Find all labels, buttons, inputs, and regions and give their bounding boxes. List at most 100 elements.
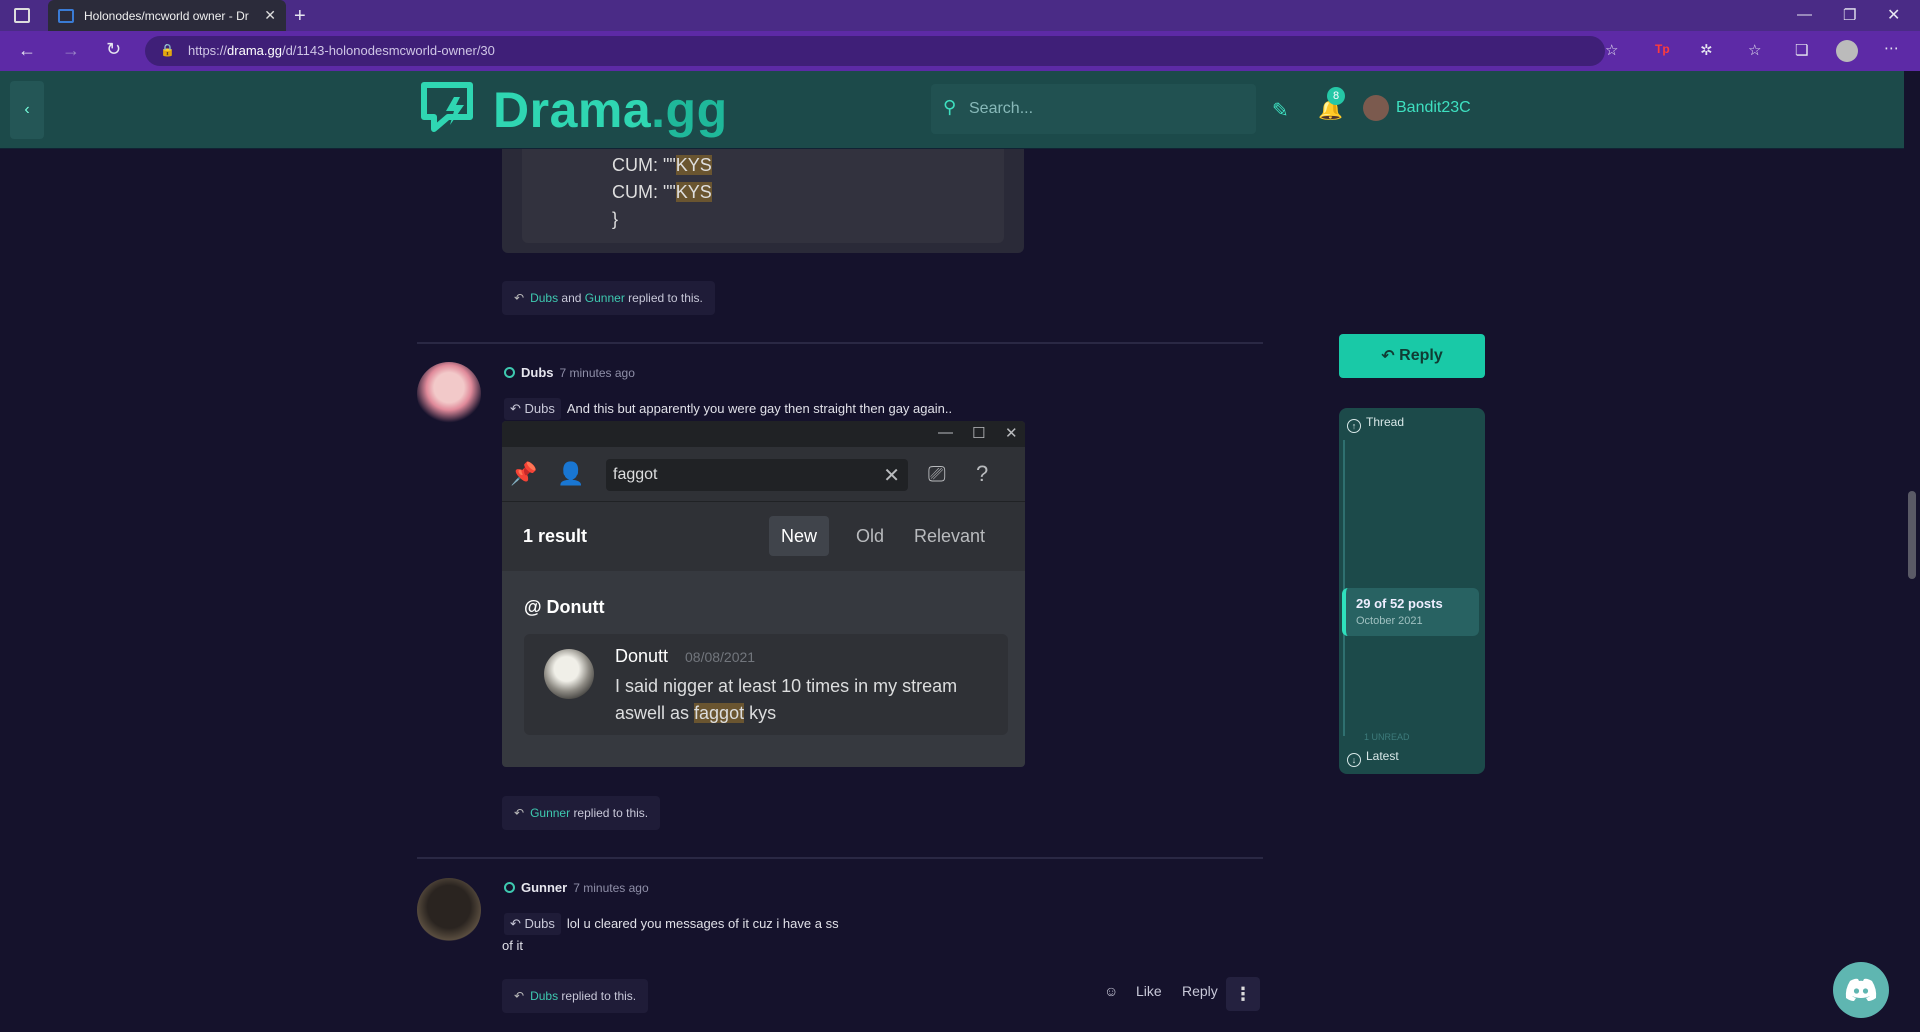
quote-text: And this but apparently you were gay the… bbox=[566, 401, 953, 416]
compose-pencil-icon[interactable]: ✎ bbox=[1272, 98, 1289, 123]
more-menu-icon[interactable]: ⋯ bbox=[1884, 39, 1899, 57]
close-window-icon[interactable]: ✕ bbox=[1887, 5, 1900, 25]
discord-message-card: Donutt 08/08/2021 I said nigger at least… bbox=[524, 634, 1008, 735]
post-header: Gunner 7 minutes ago bbox=[504, 880, 649, 895]
sort-new: New bbox=[769, 516, 830, 556]
thread-scrubber[interactable]: ↑ Thread 29 of 52 posts October 2021 1 UN… bbox=[1339, 408, 1485, 774]
lock-icon: 🔒 bbox=[160, 43, 175, 57]
back-icon[interactable]: ← bbox=[18, 40, 36, 61]
pin-icon: 📌 bbox=[510, 461, 538, 486]
result-count: 1 result bbox=[523, 526, 588, 546]
clear-search-icon: ✕ bbox=[883, 465, 900, 487]
post-time[interactable]: 7 minutes ago bbox=[560, 366, 635, 380]
site-favicon-icon bbox=[58, 8, 74, 23]
collections-icon[interactable]: ❏ bbox=[1795, 41, 1808, 59]
username-link[interactable]: Bandit23C bbox=[1396, 99, 1471, 117]
online-status-icon bbox=[504, 882, 515, 893]
logo-chat-icon[interactable] bbox=[418, 79, 476, 133]
discord-titlebar: — ☐ ✕ bbox=[502, 421, 1025, 447]
favorites-icon[interactable]: ☆ bbox=[1748, 41, 1761, 59]
extension-tp-icon[interactable]: Tp bbox=[1655, 42, 1670, 56]
post-author[interactable]: Dubs bbox=[521, 365, 554, 380]
discord-widget-button[interactable] bbox=[1833, 962, 1889, 1018]
latest-link[interactable]: ↓ Latest bbox=[1347, 749, 1399, 767]
add-friend-icon: 👤 bbox=[557, 461, 585, 486]
close-icon: ✕ bbox=[1005, 425, 1018, 442]
sort-old: Old bbox=[856, 526, 885, 546]
reply-post-button[interactable]: Reply bbox=[1182, 983, 1218, 999]
reply-arrow-icon: ↶ bbox=[514, 989, 525, 1003]
browser-tab-bar: Holonodes/mcworld owner - Dr ✕ + — ❐ ✕ bbox=[0, 0, 1920, 31]
replied-notice: ↶ Dubs and Gunner replied to this. bbox=[502, 281, 715, 315]
dubs-avatar[interactable] bbox=[417, 362, 481, 426]
url-text: https://drama.gg/d/1143-holonodesmcworld… bbox=[188, 43, 495, 58]
notification-count-badge: 8 bbox=[1327, 87, 1345, 105]
discord-results-header: 1 result New Old Relevant bbox=[502, 501, 1025, 571]
post-text-continued: of it bbox=[502, 938, 523, 953]
post-header: Dubs 7 minutes ago bbox=[504, 365, 635, 380]
tab-title: Holonodes/mcworld owner - Dr bbox=[84, 8, 249, 23]
replied-user-link[interactable]: Gunner bbox=[585, 291, 625, 305]
replied-notice: ↶ Gunner replied to this. bbox=[502, 796, 661, 830]
favorite-star-icon[interactable]: ☆ bbox=[1605, 41, 1618, 59]
maximize-icon: ☐ bbox=[972, 425, 986, 442]
post-quote: ↶ Dubs lol u cleared you messages of it c… bbox=[504, 913, 839, 935]
sort-relevant: Relevant bbox=[914, 526, 986, 546]
post-time[interactable]: 7 minutes ago bbox=[573, 881, 648, 895]
discord-logo-icon bbox=[1845, 978, 1877, 1001]
code-block-inner: CUM: ""KYS CUM: ""KYS } bbox=[522, 149, 1004, 243]
gunner-avatar[interactable] bbox=[417, 878, 481, 942]
sidebar-toggle-icon[interactable] bbox=[14, 8, 30, 23]
quote-mention[interactable]: ↶ Dubs bbox=[504, 913, 561, 935]
replied-user-link[interactable]: Dubs bbox=[530, 291, 558, 305]
donutt-avatar bbox=[544, 649, 594, 699]
react-emoji-icon[interactable]: ☺ bbox=[1104, 983, 1118, 999]
url-field[interactable]: 🔒 https://drama.gg/d/1143-holonodesmcwor… bbox=[145, 36, 1618, 66]
site-search-input[interactable]: ⚲ Search... bbox=[931, 84, 1256, 134]
post-more-menu-icon[interactable]: ⋮ bbox=[1226, 977, 1260, 1011]
refresh-icon[interactable]: ↻ bbox=[106, 39, 121, 60]
discord-search-field: faggot ✕ bbox=[606, 459, 908, 491]
minimize-window-icon[interactable]: — bbox=[1797, 6, 1812, 23]
restore-window-icon[interactable]: ❐ bbox=[1843, 6, 1856, 24]
arrow-down-circle-icon: ↓ bbox=[1347, 753, 1361, 767]
post-quote: ↶ Dubs And this but apparently you were g… bbox=[504, 398, 952, 420]
thread-top-link[interactable]: ↑ Thread bbox=[1347, 415, 1404, 433]
discord-msg-date: 08/08/2021 bbox=[685, 649, 756, 665]
profile-icon[interactable] bbox=[1836, 40, 1858, 62]
minimize-icon: — bbox=[938, 424, 953, 441]
discord-search-screenshot: — ☐ ✕ 📌 👤 faggot ✕ ⎚ ? 1 result New Old … bbox=[502, 421, 1025, 767]
code-block: CUM: ""KYS CUM: ""KYS } bbox=[502, 149, 1024, 253]
page-scrollbar[interactable] bbox=[1904, 71, 1920, 1032]
discord-search-query: faggot bbox=[613, 466, 658, 483]
extensions-icon[interactable]: ✲ bbox=[1700, 41, 1713, 59]
search-icon: ⚲ bbox=[943, 97, 957, 117]
search-placeholder: Search... bbox=[969, 100, 1034, 117]
post-author[interactable]: Gunner bbox=[521, 880, 567, 895]
browser-tab[interactable]: Holonodes/mcworld owner - Dr ✕ bbox=[48, 0, 286, 31]
reply-button[interactable]: ↶ Reply bbox=[1339, 334, 1485, 378]
code-line-3: } bbox=[612, 209, 619, 229]
site-logo-text[interactable]: Drama.gg bbox=[493, 81, 728, 139]
inbox-icon: ⎚ bbox=[928, 461, 946, 486]
replied-notice: ↶ Dubs replied to this. bbox=[502, 979, 649, 1013]
new-tab-icon[interactable]: + bbox=[294, 5, 306, 28]
user-avatar[interactable] bbox=[1363, 95, 1389, 121]
like-button[interactable]: Like bbox=[1136, 983, 1162, 999]
arrow-up-circle-icon: ↑ bbox=[1347, 419, 1361, 433]
scrubber-date: October 2021 bbox=[1356, 615, 1423, 627]
scrubber-handle[interactable]: 29 of 52 posts October 2021 bbox=[1342, 588, 1479, 636]
site-header: ‹ Drama.gg ⚲ Search... ✎ 🔔 8 Bandit23C bbox=[0, 71, 1904, 149]
quote-mention[interactable]: ↶ Dubs bbox=[504, 398, 561, 420]
scrubber-position: 29 of 52 posts bbox=[1356, 596, 1443, 611]
forward-icon[interactable]: → bbox=[62, 40, 80, 61]
scrollbar-thumb[interactable] bbox=[1908, 491, 1916, 579]
online-status-icon bbox=[504, 367, 515, 378]
unread-label: 1 UNREAD bbox=[1364, 732, 1410, 742]
reply-arrow-icon: ↶ bbox=[514, 806, 525, 820]
replied-user-link[interactable]: Gunner bbox=[530, 806, 570, 820]
back-nav-button[interactable]: ‹ bbox=[10, 81, 44, 139]
close-tab-icon[interactable]: ✕ bbox=[264, 7, 276, 24]
browser-address-bar: ← → ↻ 🔒 https://drama.gg/d/1143-holonode… bbox=[0, 31, 1920, 71]
replied-user-link[interactable]: Dubs bbox=[530, 989, 558, 1003]
